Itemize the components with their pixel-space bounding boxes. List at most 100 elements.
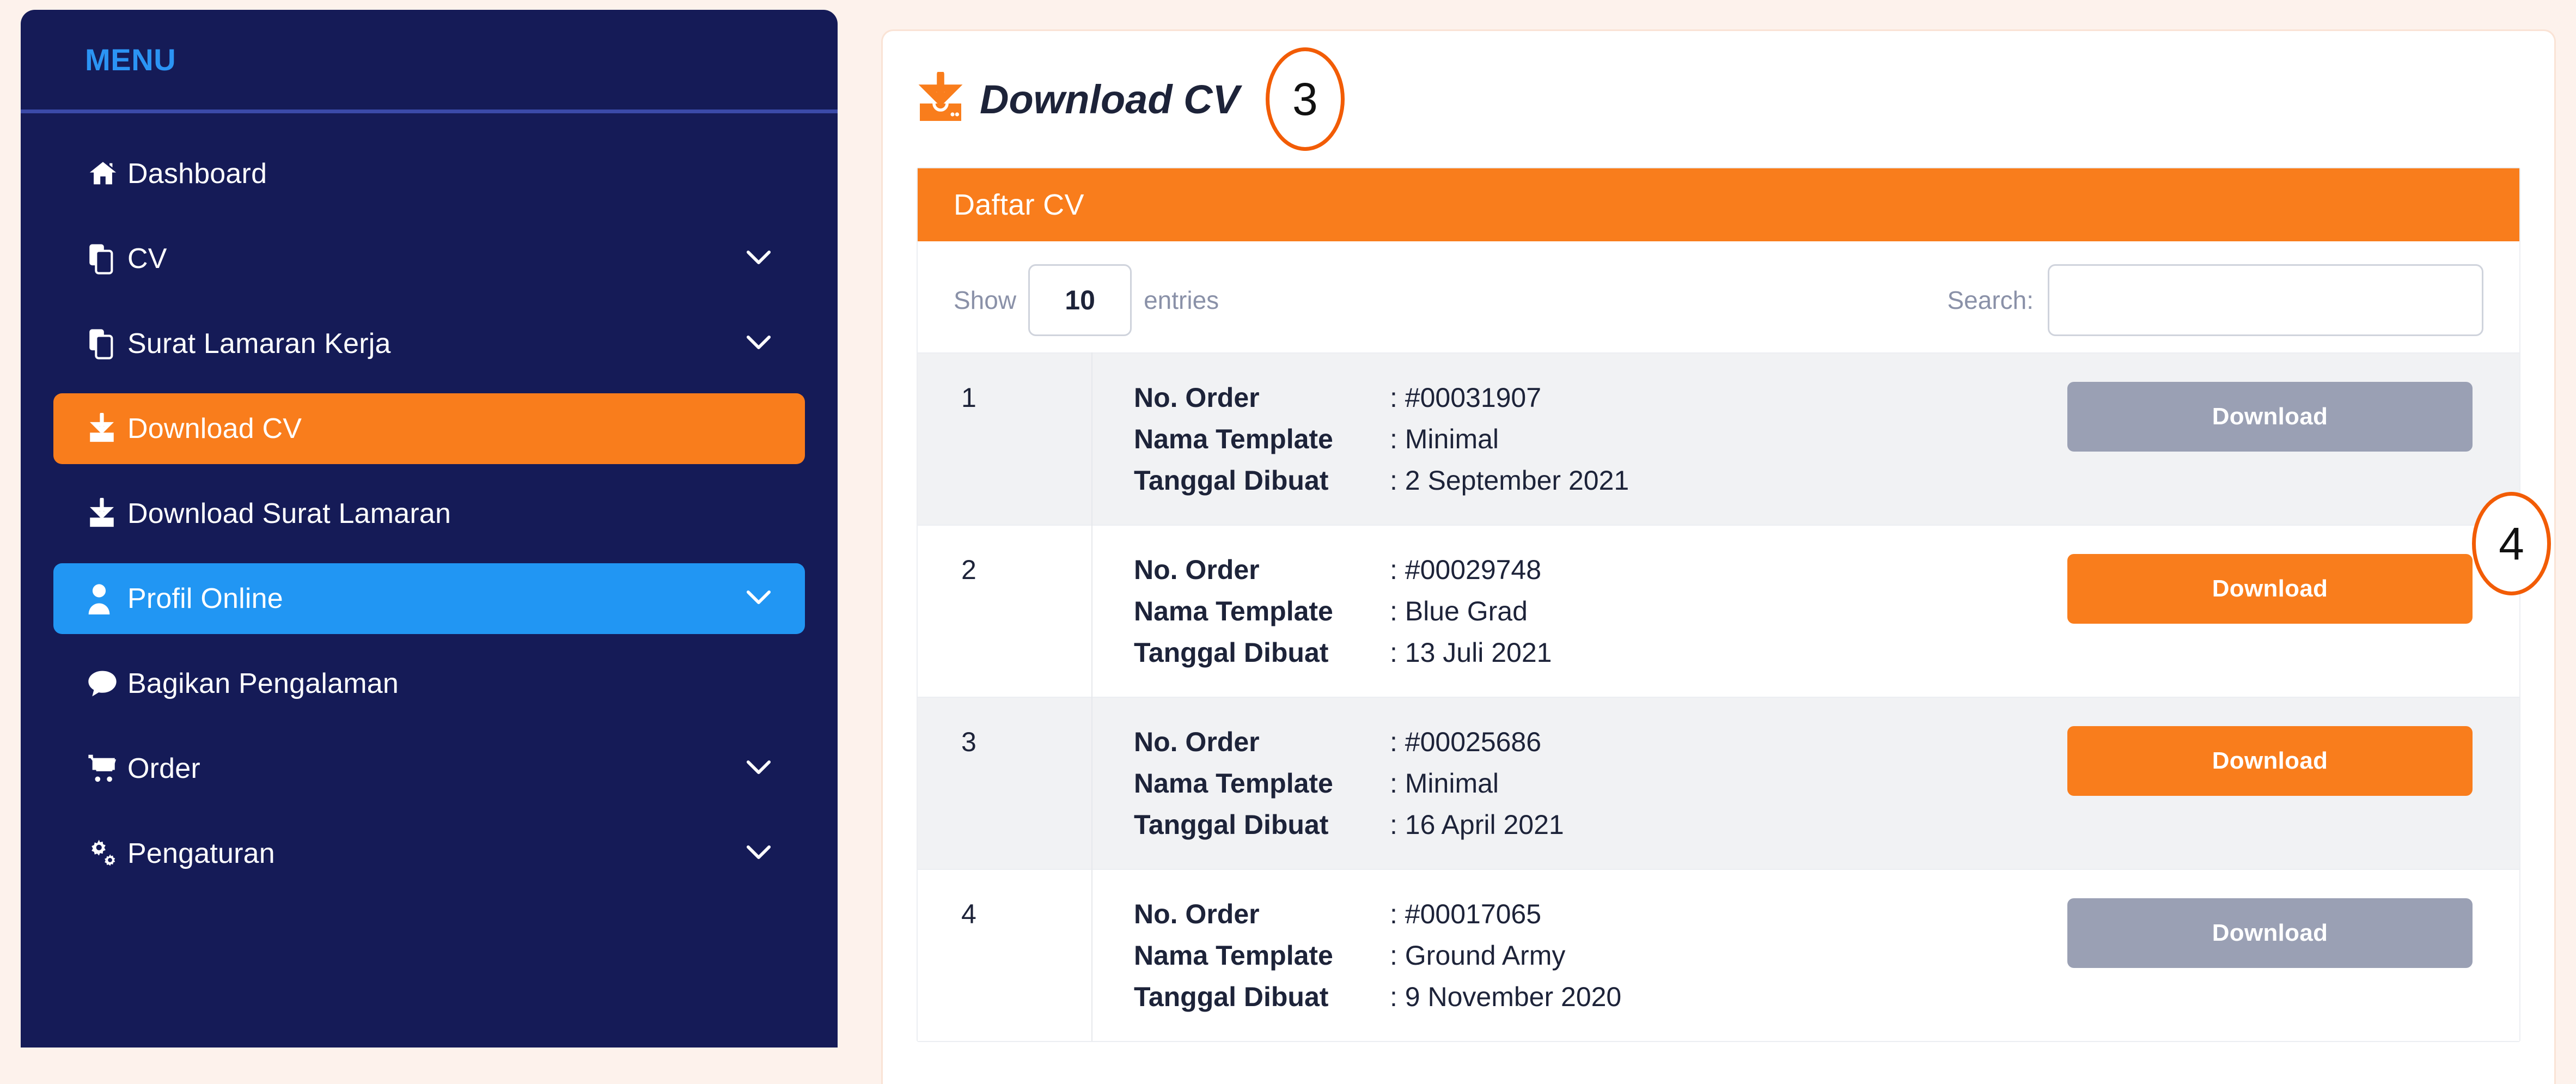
sidebar-item-surat-lamaran-kerja[interactable]: Surat Lamaran Kerja — [53, 308, 805, 379]
search-control: Search: — [1947, 264, 2483, 336]
sidebar-item-cv[interactable]: CV — [53, 223, 805, 294]
detail-value: : #00017065 — [1390, 899, 1542, 929]
row-details: No. Order : #00025686 Nama Template : Mi… — [1092, 697, 2067, 869]
download-button[interactable]: Download — [2067, 554, 2473, 624]
sidebar-item-label: Dashboard — [127, 158, 267, 190]
detail-value: : Ground Army — [1390, 940, 1566, 971]
sidebar-item-download-surat-lamaran[interactable]: Download Surat Lamaran — [53, 478, 805, 549]
table-row: 1 No. Order : #00031907 Nama Template : … — [918, 353, 2519, 525]
sidebar-item-label: Download Surat Lamaran — [127, 498, 451, 529]
daftar-cv-card: Daftar CV Show 10 entries Search: 1 No. … — [917, 167, 2551, 1042]
detail-value: : #00031907 — [1390, 382, 1542, 413]
detail-date: Tanggal Dibuat : 9 November 2020 — [1134, 981, 2067, 1013]
row-details: No. Order : #00029748 Nama Template : Bl… — [1092, 525, 2067, 697]
sidebar-item-label: CV — [127, 243, 167, 275]
step-badge-4: 4 — [2472, 492, 2551, 595]
page-header: Download CV 3 — [883, 31, 2554, 167]
detail-key: No. Order — [1134, 382, 1260, 413]
sidebar-item-bagikan-pengalaman[interactable]: Bagikan Pengalaman — [53, 648, 805, 719]
cart-icon — [87, 753, 127, 784]
sidebar-item-dashboard[interactable]: Dashboard — [53, 138, 805, 209]
detail-order: No. Order : #00025686 — [1134, 726, 2067, 758]
table-row: 3 No. Order : #00025686 Nama Template : … — [918, 697, 2519, 869]
detail-date: Tanggal Dibuat : 13 Juli 2021 — [1134, 637, 2067, 668]
detail-order: No. Order : #00029748 — [1134, 554, 2067, 586]
row-number: 1 — [918, 353, 1092, 525]
chevron-down-icon[interactable] — [746, 249, 771, 269]
detail-key: Tanggal Dibuat — [1134, 982, 1329, 1012]
search-input[interactable] — [2048, 264, 2483, 336]
app-root: MENU Dashboard CV Surat Lamaran Kerja Do… — [0, 0, 2576, 1084]
detail-value: : 9 November 2020 — [1390, 982, 1622, 1012]
row-number: 4 — [918, 869, 1092, 1041]
table-row: 4 No. Order : #00017065 Nama Template : … — [918, 869, 2519, 1041]
comment-icon — [87, 669, 127, 698]
row-number: 2 — [918, 525, 1092, 697]
detail-template: Nama Template : Minimal — [1134, 768, 2067, 799]
detail-key: Tanggal Dibuat — [1134, 465, 1329, 496]
entries-select[interactable]: 10 — [1028, 264, 1132, 336]
sidebar-item-label: Surat Lamaran Kerja — [127, 328, 391, 360]
row-details: No. Order : #00017065 Nama Template : Gr… — [1092, 869, 2067, 1041]
detail-value: : Blue Grad — [1390, 596, 1528, 626]
chevron-down-icon[interactable] — [746, 844, 771, 863]
sidebar-item-label: Order — [127, 753, 200, 784]
chevron-down-icon[interactable] — [746, 759, 771, 778]
table-controls: Show 10 entries Search: — [918, 241, 2519, 352]
copy-icon — [87, 243, 127, 275]
sidebar-item-label: Bagikan Pengalaman — [127, 668, 399, 699]
row-action: Download — [2067, 869, 2519, 1041]
step-badge-3: 3 — [1265, 47, 1345, 151]
sidebar-item-order[interactable]: Order — [53, 733, 805, 804]
sidebar-item-label: Pengaturan — [127, 838, 275, 869]
detail-key: Nama Template — [1134, 424, 1333, 454]
detail-key: No. Order — [1134, 899, 1260, 929]
row-action: Download — [2067, 697, 2519, 869]
menu-heading: MENU — [85, 42, 176, 77]
table-row: 2 No. Order : #00029748 Nama Template : … — [918, 492, 2551, 697]
card-body: Show 10 entries Search: 1 No. Order: #0… — [918, 241, 2551, 1041]
detail-value: : Minimal — [1390, 424, 1499, 454]
sidebar-header: MENU — [21, 10, 838, 113]
detail-date: Tanggal Dibuat : 16 April 2021 — [1134, 809, 2067, 841]
detail-key: Tanggal Dibuat — [1134, 637, 1329, 668]
detail-value: : #00029748 — [1390, 555, 1542, 585]
download-button[interactable]: Download — [2067, 726, 2473, 796]
detail-template: Nama Template : Minimal — [1134, 423, 2067, 455]
detail-key: Tanggal Dibuat — [1134, 809, 1329, 840]
download-icon — [87, 498, 127, 529]
row-details: No. Order : #00031907 Nama Template : Mi… — [1092, 353, 2067, 525]
row-action: Download — [2067, 353, 2519, 525]
main-panel: Download CV 3 Daftar CV Show 10 entries … — [881, 29, 2556, 1084]
detail-key: Nama Template — [1134, 768, 1333, 799]
download-button[interactable]: Download — [2067, 898, 2473, 968]
row-action: 4 Download — [2067, 492, 2551, 697]
sidebar-item-pengaturan[interactable]: Pengaturan — [53, 818, 805, 889]
cv-table: 1 No. Order : #00031907 Nama Template : … — [918, 352, 2551, 1041]
detail-template: Nama Template : Ground Army — [1134, 940, 2067, 971]
detail-value: : 2 September 2021 — [1390, 465, 1629, 496]
cogs-icon — [87, 838, 127, 869]
detail-value: : #00025686 — [1390, 727, 1542, 757]
detail-key: Nama Template — [1134, 596, 1333, 626]
detail-key: No. Order — [1134, 555, 1260, 585]
show-label: Show — [954, 286, 1017, 314]
chevron-down-icon[interactable] — [746, 589, 771, 608]
detail-value: : 16 April 2021 — [1390, 809, 1564, 840]
detail-key: Nama Template — [1134, 940, 1333, 971]
user-icon — [87, 583, 127, 614]
row-number: 3 — [918, 697, 1092, 869]
show-entries-control: Show 10 entries — [954, 264, 1219, 336]
download-button[interactable]: Download — [2067, 382, 2473, 452]
download-icon — [87, 413, 127, 444]
detail-order: No. Order : #00017065 — [1134, 898, 2067, 930]
sidebar-item-label: Download CV — [127, 413, 302, 444]
chevron-down-icon[interactable] — [746, 334, 771, 354]
entries-label: entries — [1144, 286, 1219, 314]
card-title: Daftar CV — [918, 168, 2519, 241]
detail-date: Tanggal Dibuat : 2 September 2021 — [1134, 465, 2067, 496]
detail-value: : 13 Juli 2021 — [1390, 637, 1552, 668]
sidebar-item-download-cv[interactable]: Download CV — [53, 393, 805, 464]
sidebar-item-label: Profil Online — [127, 583, 283, 614]
sidebar-item-profil-online[interactable]: Profil Online — [53, 563, 805, 634]
